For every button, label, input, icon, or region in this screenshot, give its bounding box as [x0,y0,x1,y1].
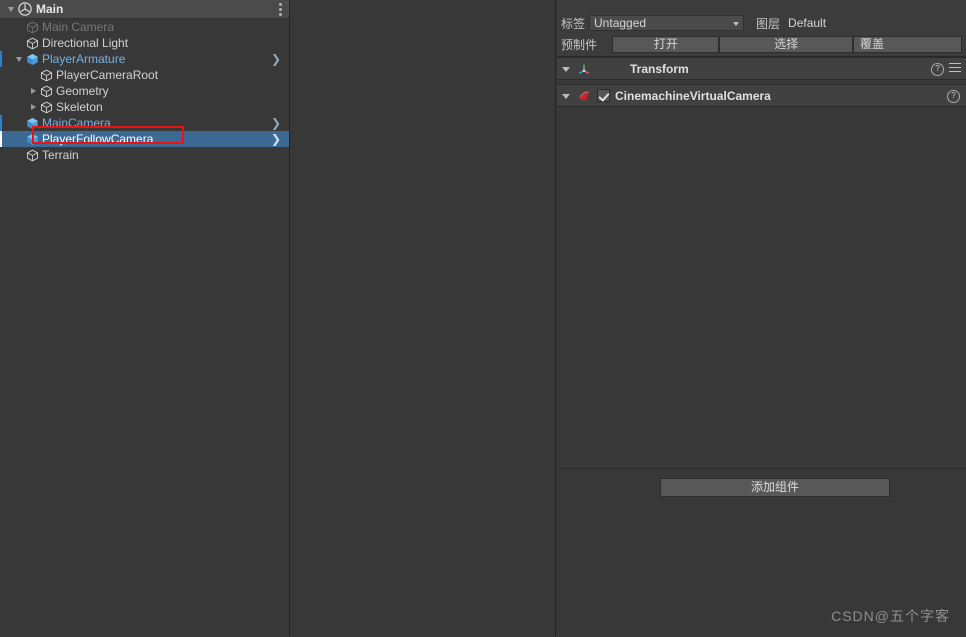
transform-axis-icon [578,64,590,74]
kebab-menu-icon[interactable] [279,3,282,16]
help-icon[interactable]: ? [931,63,944,76]
hierarchy-item-terrain[interactable]: Terrain [0,147,289,163]
hierarchy-item-label: Skeleton [56,100,103,114]
hierarchy-item-playerarmature[interactable]: PlayerArmature ❯ [0,51,289,67]
component-menu-icon[interactable] [949,63,961,74]
prefab-stripe [0,35,2,51]
prefab-stripe [0,51,2,67]
chevron-right-icon[interactable]: ❯ [271,133,281,145]
prefab-stripe [0,115,2,131]
gameobject-icon [40,69,53,81]
hierarchy-twisty[interactable] [28,83,40,99]
hierarchy-item-label: Terrain [42,148,79,162]
tag-value: Untagged [594,16,647,30]
unity-scene-icon [18,2,32,16]
tag-label: 标签 [561,16,586,31]
hierarchy-item-label: PlayerFollowCamera [42,132,154,146]
chevron-right-icon[interactable]: ❯ [271,53,281,65]
hierarchy-item-geometry[interactable]: Geometry [0,83,289,99]
chevron-right-icon[interactable]: ❯ [271,117,281,129]
gameobject-icon [40,101,53,113]
prefab-stripe [0,131,2,147]
prefab-stripe [0,19,2,35]
vcam-component-header[interactable]: CinemachineVirtualCamera ? [557,84,966,107]
transform-component-header[interactable]: Transform ? [557,57,966,80]
chevron-down-icon [733,22,740,26]
hierarchy-item-label: PlayerArmature [42,52,126,66]
hierarchy-twisty [28,67,40,83]
hierarchy-item-label: Geometry [56,84,109,98]
project-panel [291,0,556,636]
transform-foldout[interactable] [561,62,572,76]
prefab-stripe [0,99,2,115]
layer-value: Default [788,16,827,30]
hierarchy-item-label: MainCamera [42,116,111,130]
hierarchy-item-directional-light[interactable]: Directional Light [0,35,289,51]
prefab-open-button[interactable]: 打开 [612,35,720,53]
help-icon[interactable]: ? [947,90,960,103]
gameobject-icon [40,85,53,97]
hierarchy-item-label: PlayerCameraRoot [56,68,159,82]
gameobject-icon [26,149,39,161]
prefab-select-button[interactable]: 选择 [719,35,854,53]
inspector-object-header: 标签 Untagged 图层 Default 预制件 打开 选择 覆盖 [557,0,966,57]
hierarchy-twisty [14,131,26,147]
hierarchy-item-playerfollowcamera[interactable]: PlayerFollowCamera ❯ [0,131,289,147]
hierarchy-twisty [14,147,26,163]
vcam-enabled-checkbox[interactable] [597,89,610,102]
tag-dropdown[interactable]: Untagged [589,15,745,31]
hierarchy-item-label: Directional Light [42,36,129,50]
hierarchy-twisty [14,115,26,131]
add-component-button[interactable]: 添加组件 [660,478,890,497]
hierarchy-twisty [14,19,26,35]
watermark: CSDN@五个字客 [831,608,950,624]
gameobject-icon [26,37,39,49]
hierarchy-twisty [14,35,26,51]
hierarchy-item-main-camera[interactable]: Main Camera [0,19,289,35]
prefab-overrides-button[interactable]: 覆盖 [853,35,962,53]
layer-label: 图层 [756,16,781,31]
hierarchy-scene-name: Main [36,2,64,16]
hierarchy-header: Main [0,0,289,19]
hierarchy-item-playercameraroot[interactable]: PlayerCameraRoot [0,67,289,83]
vcam-title: CinemachineVirtualCamera [615,88,771,103]
layer-dropdown[interactable]: Default [784,15,919,31]
prefab-stripe [0,147,2,163]
prefab-stripe [0,83,2,99]
hierarchy-twisty[interactable] [14,51,26,67]
hierarchy-item-maincamera[interactable]: MainCamera ❯ [0,115,289,131]
hierarchy-panel: Main Main Camera Directional Light PlayerA… [0,0,290,636]
hierarchy-list: Main Camera Directional Light PlayerArmatu… [0,19,289,163]
hierarchy-twisty[interactable] [28,99,40,115]
prefab-icon [27,133,38,145]
hierarchy-root-twisty[interactable] [6,1,18,17]
prefab-row: 预制件 打开 选择 覆盖 [557,34,966,54]
prefab-label: 预制件 [561,37,598,52]
hierarchy-item-skeleton[interactable]: Skeleton [0,99,289,115]
prefab-stripe [0,67,2,83]
prefab-icon [27,53,38,65]
project-list [291,0,555,2]
gameobject-icon [26,21,39,33]
transform-title: Transform [630,61,689,76]
hierarchy-item-label: Main Camera [42,20,115,34]
inspector-panel: 标签 Untagged 图层 Default 预制件 打开 选择 覆盖 Tran… [557,0,966,637]
vcam-foldout[interactable] [561,89,572,103]
cinemachine-icon [578,91,591,101]
tag-layer-row: 标签 Untagged 图层 Default [557,12,966,34]
prefab-icon [27,117,38,129]
